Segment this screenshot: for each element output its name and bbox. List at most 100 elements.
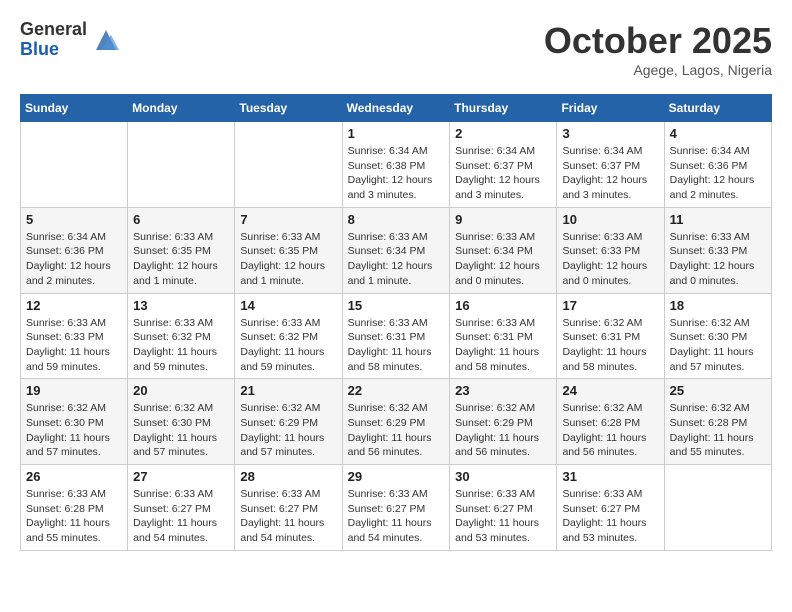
calendar-cell: 13 Sunrise: 6:33 AM Sunset: 6:32 PM Dayli… (128, 293, 235, 379)
day-number: 20 (133, 383, 229, 398)
calendar-table: SundayMondayTuesdayWednesdayThursdayFrid… (20, 94, 772, 551)
day-info: Sunrise: 6:32 AM Sunset: 6:30 PM Dayligh… (133, 401, 229, 460)
day-number: 27 (133, 469, 229, 484)
day-number: 19 (26, 383, 122, 398)
day-info: Sunrise: 6:33 AM Sunset: 6:31 PM Dayligh… (348, 316, 445, 375)
day-info: Sunrise: 6:32 AM Sunset: 6:29 PM Dayligh… (455, 401, 551, 460)
day-info: Sunrise: 6:32 AM Sunset: 6:29 PM Dayligh… (348, 401, 445, 460)
calendar-cell: 10Sunrise: 6:33 AM Sunset: 6:33 PM Dayli… (557, 207, 664, 293)
calendar-cell: 2 Sunrise: 6:34 AM Sunset: 6:37 PM Daylig… (450, 122, 557, 208)
day-info: Sunrise: 6:34 AM Sunset: 6:38 PM Dayligh… (348, 144, 445, 203)
calendar-cell: 26 Sunrise: 6:33 AM Sunset: 6:28 PM Dayli… (21, 465, 128, 551)
calendar-cell: 23 Sunrise: 6:32 AM Sunset: 6:29 PM Dayli… (450, 379, 557, 465)
calendar-cell: 15 Sunrise: 6:33 AM Sunset: 6:31 PM Dayli… (342, 293, 450, 379)
calendar-week-row: 12Sunrise: 6:33 AM Sunset: 6:33 PM Dayli… (21, 293, 772, 379)
calendar-cell: 12Sunrise: 6:33 AM Sunset: 6:33 PM Dayli… (21, 293, 128, 379)
calendar-cell: 19 Sunrise: 6:32 AM Sunset: 6:30 PM Dayli… (21, 379, 128, 465)
calendar-cell: 29 Sunrise: 6:33 AM Sunset: 6:27 PM Dayli… (342, 465, 450, 551)
day-number: 28 (240, 469, 336, 484)
day-info: Sunrise: 6:33 AM Sunset: 6:27 PM Dayligh… (455, 487, 551, 546)
calendar-cell: 11Sunrise: 6:33 AM Sunset: 6:33 PM Dayli… (664, 207, 771, 293)
calendar-cell: 7Sunrise: 6:33 AM Sunset: 6:35 PM Daylig… (235, 207, 342, 293)
day-info: Sunrise: 6:33 AM Sunset: 6:35 PM Dayligh… (240, 230, 336, 289)
day-number: 15 (348, 298, 445, 313)
day-info: Sunrise: 6:33 AM Sunset: 6:34 PM Dayligh… (348, 230, 445, 289)
calendar-cell: 9Sunrise: 6:33 AM Sunset: 6:34 PM Daylig… (450, 207, 557, 293)
day-number: 26 (26, 469, 122, 484)
day-number: 22 (348, 383, 445, 398)
day-info: Sunrise: 6:32 AM Sunset: 6:31 PM Dayligh… (562, 316, 658, 375)
month-title: October 2025 (544, 20, 772, 62)
calendar-cell: 21 Sunrise: 6:32 AM Sunset: 6:29 PM Dayli… (235, 379, 342, 465)
day-number: 2 (455, 126, 551, 141)
calendar-cell: 22 Sunrise: 6:32 AM Sunset: 6:29 PM Dayli… (342, 379, 450, 465)
day-number: 4 (670, 126, 766, 141)
calendar-cell: 6Sunrise: 6:33 AM Sunset: 6:35 PM Daylig… (128, 207, 235, 293)
page-header: General Blue October 2025 Agege, Lagos, … (20, 20, 772, 78)
day-header-friday: Friday (557, 95, 664, 122)
logo: General Blue (20, 20, 121, 60)
logo-general: General (20, 20, 87, 40)
day-number: 29 (348, 469, 445, 484)
calendar-cell (235, 122, 342, 208)
calendar-cell: 3Sunrise: 6:34 AM Sunset: 6:37 PM Daylig… (557, 122, 664, 208)
day-number: 16 (455, 298, 551, 313)
day-info: Sunrise: 6:33 AM Sunset: 6:33 PM Dayligh… (26, 316, 122, 375)
day-number: 18 (670, 298, 766, 313)
day-header-wednesday: Wednesday (342, 95, 450, 122)
day-number: 13 (133, 298, 229, 313)
calendar-cell: 24 Sunrise: 6:32 AM Sunset: 6:28 PM Dayli… (557, 379, 664, 465)
calendar-cell: 1Sunrise: 6:34 AM Sunset: 6:38 PM Daylig… (342, 122, 450, 208)
day-number: 14 (240, 298, 336, 313)
logo-text: General Blue (20, 20, 87, 60)
calendar-cell: 20 Sunrise: 6:32 AM Sunset: 6:30 PM Dayli… (128, 379, 235, 465)
day-number: 31 (562, 469, 658, 484)
calendar-cell: 18 Sunrise: 6:32 AM Sunset: 6:30 PM Dayli… (664, 293, 771, 379)
day-info: Sunrise: 6:32 AM Sunset: 6:30 PM Dayligh… (26, 401, 122, 460)
day-number: 3 (562, 126, 658, 141)
day-number: 11 (670, 212, 766, 227)
logo-blue: Blue (20, 40, 87, 60)
day-number: 8 (348, 212, 445, 227)
calendar-cell (128, 122, 235, 208)
day-info: Sunrise: 6:34 AM Sunset: 6:37 PM Dayligh… (455, 144, 551, 203)
calendar-cell: 27 Sunrise: 6:33 AM Sunset: 6:27 PM Dayli… (128, 465, 235, 551)
day-info: Sunrise: 6:33 AM Sunset: 6:27 PM Dayligh… (348, 487, 445, 546)
day-info: Sunrise: 6:32 AM Sunset: 6:28 PM Dayligh… (562, 401, 658, 460)
calendar-header-row: SundayMondayTuesdayWednesdayThursdayFrid… (21, 95, 772, 122)
calendar-cell: 30 Sunrise: 6:33 AM Sunset: 6:27 PM Dayli… (450, 465, 557, 551)
calendar-week-row: 5Sunrise: 6:34 AM Sunset: 6:36 PM Daylig… (21, 207, 772, 293)
day-number: 25 (670, 383, 766, 398)
title-block: October 2025 Agege, Lagos, Nigeria (544, 20, 772, 78)
calendar-cell: 28 Sunrise: 6:33 AM Sunset: 6:27 PM Dayli… (235, 465, 342, 551)
day-info: Sunrise: 6:33 AM Sunset: 6:27 PM Dayligh… (562, 487, 658, 546)
day-info: Sunrise: 6:32 AM Sunset: 6:30 PM Dayligh… (670, 316, 766, 375)
day-number: 24 (562, 383, 658, 398)
day-info: Sunrise: 6:33 AM Sunset: 6:32 PM Dayligh… (133, 316, 229, 375)
day-info: Sunrise: 6:32 AM Sunset: 6:29 PM Dayligh… (240, 401, 336, 460)
day-info: Sunrise: 6:33 AM Sunset: 6:34 PM Dayligh… (455, 230, 551, 289)
calendar-cell: 31 Sunrise: 6:33 AM Sunset: 6:27 PM Dayli… (557, 465, 664, 551)
day-info: Sunrise: 6:33 AM Sunset: 6:32 PM Dayligh… (240, 316, 336, 375)
day-info: Sunrise: 6:33 AM Sunset: 6:28 PM Dayligh… (26, 487, 122, 546)
calendar-week-row: 26 Sunrise: 6:33 AM Sunset: 6:28 PM Dayli… (21, 465, 772, 551)
day-number: 17 (562, 298, 658, 313)
day-header-sunday: Sunday (21, 95, 128, 122)
calendar-cell: 17 Sunrise: 6:32 AM Sunset: 6:31 PM Dayli… (557, 293, 664, 379)
calendar-cell (21, 122, 128, 208)
day-number: 21 (240, 383, 336, 398)
calendar-cell: 4Sunrise: 6:34 AM Sunset: 6:36 PM Daylig… (664, 122, 771, 208)
day-info: Sunrise: 6:33 AM Sunset: 6:27 PM Dayligh… (133, 487, 229, 546)
day-info: Sunrise: 6:33 AM Sunset: 6:31 PM Dayligh… (455, 316, 551, 375)
calendar-week-row: 19 Sunrise: 6:32 AM Sunset: 6:30 PM Dayli… (21, 379, 772, 465)
day-info: Sunrise: 6:32 AM Sunset: 6:28 PM Dayligh… (670, 401, 766, 460)
calendar-cell (664, 465, 771, 551)
day-number: 23 (455, 383, 551, 398)
day-info: Sunrise: 6:33 AM Sunset: 6:27 PM Dayligh… (240, 487, 336, 546)
day-header-tuesday: Tuesday (235, 95, 342, 122)
day-number: 6 (133, 212, 229, 227)
calendar-cell: 8 Sunrise: 6:33 AM Sunset: 6:34 PM Daylig… (342, 207, 450, 293)
day-number: 5 (26, 212, 122, 227)
day-info: Sunrise: 6:33 AM Sunset: 6:33 PM Dayligh… (562, 230, 658, 289)
day-number: 30 (455, 469, 551, 484)
